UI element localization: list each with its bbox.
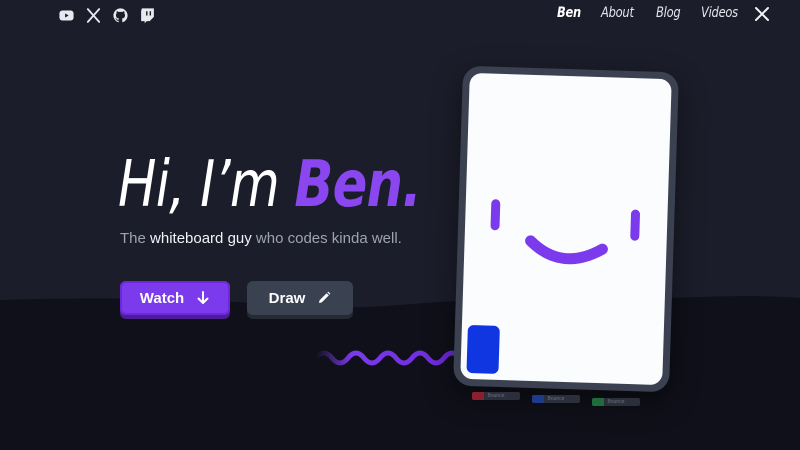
arrow-down-icon	[197, 291, 209, 304]
main-nav: Ben About Blog Videos	[557, 5, 769, 21]
marker-tray: Bounce Bounce Bounce	[472, 392, 652, 412]
watch-button-label: Watch	[139, 289, 185, 307]
github-icon[interactable]	[112, 7, 129, 24]
hero-dot: .	[402, 148, 421, 222]
marker-label: Bounce	[607, 399, 625, 405]
whiteboard-canvas[interactable]	[460, 72, 672, 386]
nav-blog-link[interactable]: Blog	[656, 5, 681, 21]
squiggle-decoration	[314, 350, 463, 366]
subtitle-highlight: whiteboard guy	[150, 230, 252, 247]
marker-label: Bounce	[547, 396, 565, 402]
subtitle-post: who codes kinda well.	[251, 230, 402, 247]
nav-about-link[interactable]: About	[601, 5, 634, 21]
pencil-icon	[319, 291, 331, 303]
nav-videos-link[interactable]: Videos	[701, 5, 738, 21]
hero-subtitle: The whiteboard guy who codes kinda well.	[120, 230, 402, 247]
social-links	[58, 7, 156, 24]
blue-shape[interactable]	[466, 324, 500, 374]
draw-button[interactable]: Draw	[247, 281, 353, 315]
marker-green[interactable]: Bounce	[592, 398, 640, 406]
hero-name: Ben	[294, 148, 403, 222]
twitch-icon[interactable]	[139, 7, 156, 24]
subtitle-pre: The	[120, 230, 151, 247]
x-icon[interactable]	[85, 7, 102, 24]
youtube-icon[interactable]	[58, 7, 75, 24]
close-icon[interactable]	[753, 5, 771, 23]
marker-cap	[472, 392, 484, 400]
marker-red[interactable]: Bounce	[472, 392, 520, 400]
marker-blue[interactable]: Bounce	[532, 395, 580, 403]
whiteboard-device	[453, 65, 679, 393]
marker-label: Bounce	[487, 393, 505, 399]
hero-heading: Hi, I’m Ben.	[118, 148, 422, 222]
hero-greeting: Hi, I’m	[118, 148, 295, 222]
draw-button-label: Draw	[268, 289, 306, 307]
watch-button[interactable]: Watch	[120, 281, 230, 315]
marker-cap	[532, 395, 544, 403]
background-wave	[0, 296, 800, 450]
marker-cap	[592, 398, 604, 406]
nav-brand-link[interactable]: Ben	[557, 5, 581, 21]
